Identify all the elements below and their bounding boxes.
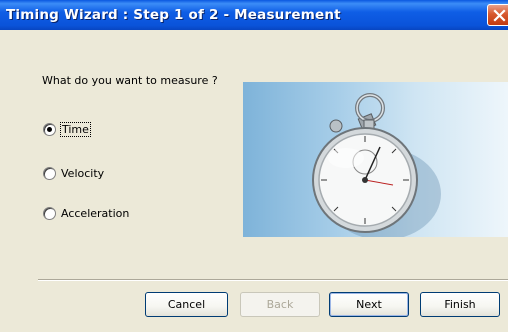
measure-question: What do you want to measure ? <box>42 74 218 87</box>
stopwatch-icon <box>312 93 441 240</box>
radio-button-velocity[interactable] <box>43 167 56 180</box>
window-title: Timing Wizard : Step 1 of 2 - Measuremen… <box>6 7 341 23</box>
cancel-button[interactable]: Cancel <box>145 292 228 317</box>
radio-selected-dot <box>47 127 52 132</box>
title-bar[interactable]: Timing Wizard : Step 1 of 2 - Measuremen… <box>0 0 508 30</box>
next-button[interactable]: Next <box>329 292 409 317</box>
radio-label-velocity[interactable]: Velocity <box>61 166 104 182</box>
radio-label-time[interactable]: Time <box>60 122 91 138</box>
radio-button-acceleration[interactable] <box>43 207 56 220</box>
footer-separator <box>38 279 508 281</box>
finish-button[interactable]: Finish <box>420 292 500 317</box>
wizard-illustration <box>243 82 508 240</box>
close-icon <box>493 9 506 22</box>
back-button[interactable]: Back <box>240 292 320 317</box>
radio-label-acceleration[interactable]: Acceleration <box>61 206 129 222</box>
wizard-dialog: Timing Wizard : Step 1 of 2 - Measuremen… <box>0 0 508 332</box>
radio-button-time[interactable] <box>43 123 56 136</box>
close-button[interactable] <box>487 4 508 26</box>
